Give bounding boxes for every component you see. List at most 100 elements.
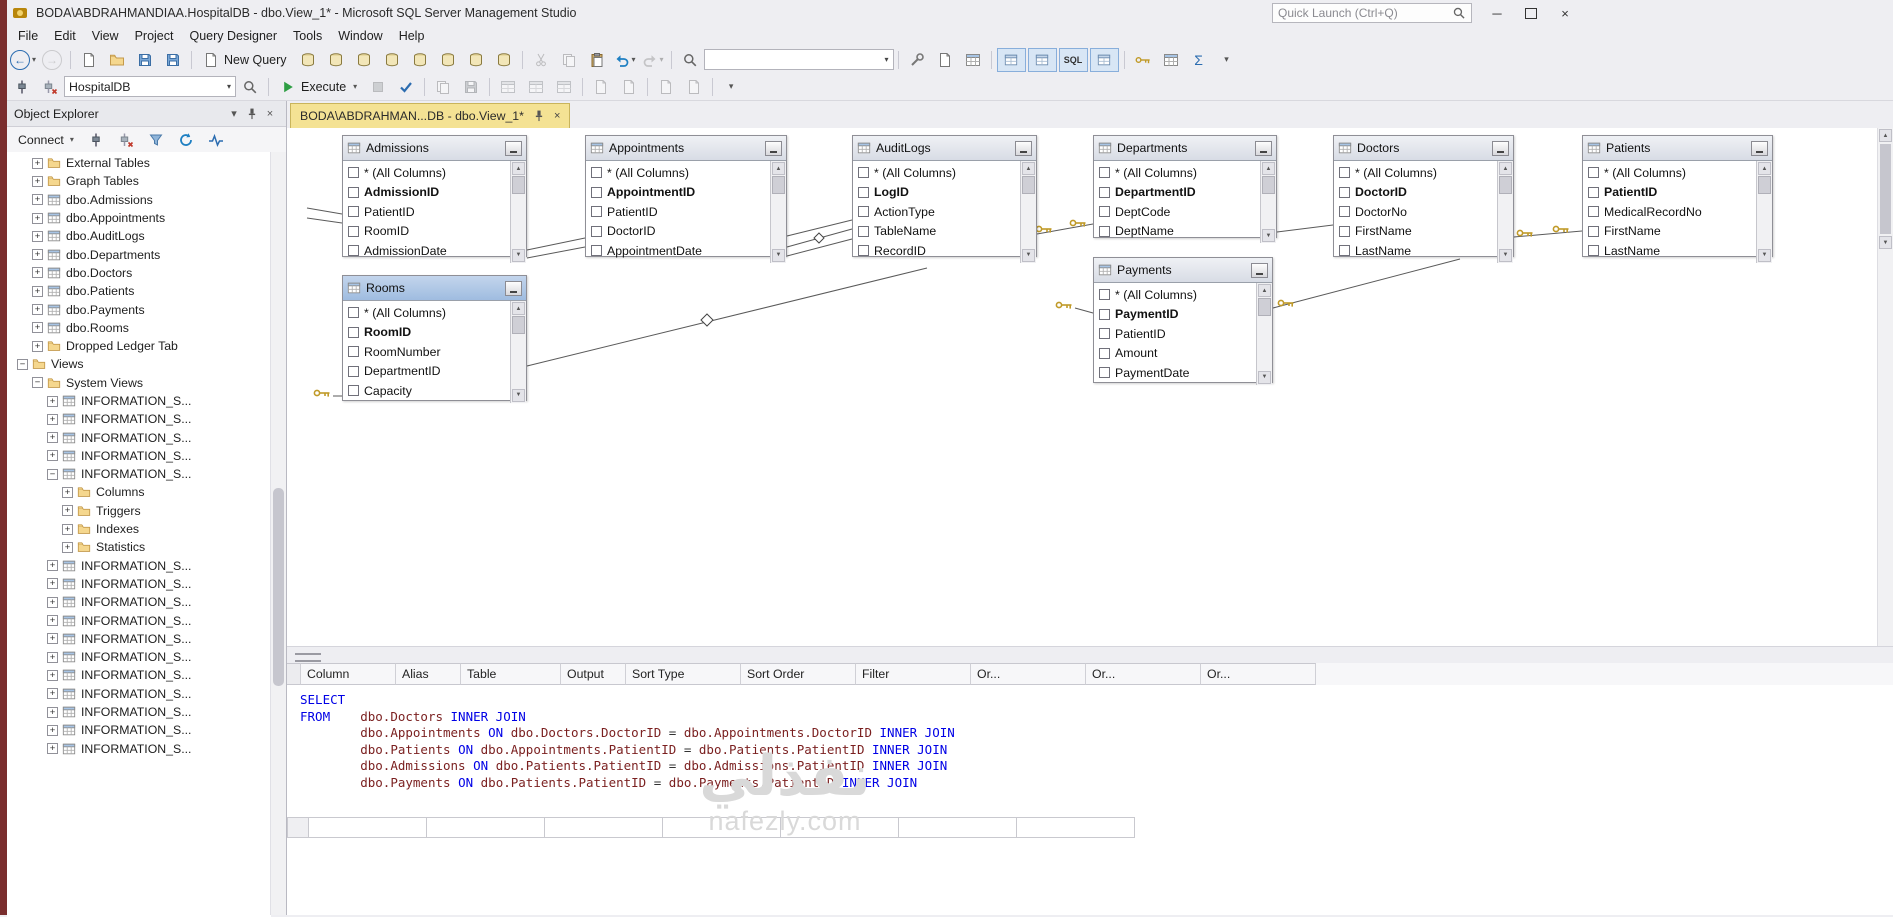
table-header[interactable]: Doctors <box>1334 136 1513 161</box>
tree-item-information-s[interactable]: + INFORMATION_S... <box>7 428 271 446</box>
column-checkbox[interactable] <box>1588 245 1599 257</box>
results-cell[interactable] <box>781 817 899 838</box>
properties-button[interactable] <box>904 48 930 72</box>
tab-close-icon[interactable]: × <box>554 110 560 122</box>
forward-button[interactable]: → <box>39 48 65 72</box>
table-column-row[interactable]: DeptCode <box>1094 202 1260 222</box>
table-minimize-button[interactable] <box>1492 140 1509 156</box>
paste-button[interactable] <box>584 48 610 72</box>
table-column-row[interactable]: * (All Columns) <box>343 303 510 323</box>
database-tool-icon[interactable] <box>351 48 377 72</box>
tree-expander[interactable]: + <box>32 212 43 224</box>
tree-item-dbo-doctors[interactable]: + dbo.Doctors <box>7 264 271 282</box>
column-checkbox[interactable] <box>1339 186 1350 198</box>
table-column-row[interactable]: AppointmentDate <box>586 241 770 261</box>
scroll-down-arrow[interactable]: ▼ <box>512 248 525 262</box>
table-column-row[interactable]: LogID <box>853 183 1020 203</box>
database-tool-icon[interactable] <box>491 48 517 72</box>
tree-expander[interactable]: + <box>32 304 43 316</box>
column-checkbox[interactable] <box>348 245 359 257</box>
table-column-row[interactable]: * (All Columns) <box>343 163 510 183</box>
tree-item-columns[interactable]: + Columns <box>7 483 271 501</box>
table-header[interactable]: Departments <box>1094 136 1276 161</box>
toolbar-overflow-button[interactable]: ▾ <box>1214 48 1240 72</box>
tree-expander[interactable]: + <box>32 267 43 279</box>
database-tool-icon[interactable] <box>435 48 461 72</box>
column-checkbox[interactable] <box>348 346 359 358</box>
tree-item-system-views[interactable]: − System Views <box>7 374 271 392</box>
add-table-button[interactable] <box>1158 48 1184 72</box>
results-cell[interactable] <box>1017 817 1135 838</box>
column-checkbox[interactable] <box>1339 245 1350 257</box>
table-column-row[interactable]: MedicalRecordNo <box>1583 202 1756 222</box>
increase-indent-button[interactable] <box>681 75 707 99</box>
tree-item-information-s[interactable]: + INFORMATION_S... <box>7 447 271 465</box>
tree-item-information-s[interactable]: + INFORMATION_S... <box>7 721 271 739</box>
scroll-up-arrow[interactable]: ▲ <box>512 302 525 315</box>
table-minimize-button[interactable] <box>505 140 522 156</box>
tree-expander[interactable]: + <box>47 706 58 718</box>
quick-launch-input[interactable]: Quick Launch (Ctrl+Q) <box>1272 3 1472 23</box>
table-scrollbar[interactable]: ▲ ▼ <box>1256 283 1272 385</box>
criteria-header-output-3[interactable]: Output <box>561 663 626 685</box>
diagram-table-admissions[interactable]: Admissions * (All Columns) AdmissionID Pati… <box>342 135 527 263</box>
table-minimize-button[interactable] <box>765 140 782 156</box>
tree-item-information-s[interactable]: + INFORMATION_S... <box>7 557 271 575</box>
tree-item-information-s[interactable]: + INFORMATION_S... <box>7 611 271 629</box>
database-tool-icon[interactable] <box>295 48 321 72</box>
criteria-header-alias-1[interactable]: Alias <box>396 663 461 685</box>
tree-expander[interactable]: + <box>47 615 58 627</box>
table-column-row[interactable]: * (All Columns) <box>1334 163 1497 183</box>
scrollbar-thumb[interactable] <box>772 176 785 194</box>
results-cell[interactable] <box>899 817 1017 838</box>
back-button[interactable]: ← ▾ <box>9 48 37 72</box>
table-column-row[interactable]: FirstName <box>1334 222 1497 242</box>
table-column-row[interactable]: DoctorNo <box>1334 202 1497 222</box>
tree-expander[interactable]: + <box>62 486 73 498</box>
table-scrollbar[interactable]: ▲ ▼ <box>1497 161 1513 263</box>
table-column-row[interactable]: DeptName <box>1094 222 1260 242</box>
script-button[interactable] <box>932 48 958 72</box>
table-column-row[interactable]: PatientID <box>1583 183 1756 203</box>
sql-pane-toggle[interactable]: SQL <box>1058 47 1088 72</box>
document-tab[interactable]: BODA\ABDRAHMAN...DB - dbo.View_1* × <box>290 103 571 128</box>
table-column-row[interactable]: PaymentDate <box>1094 363 1256 383</box>
results-cell[interactable] <box>545 817 663 838</box>
scrollbar-thumb[interactable] <box>1258 298 1271 316</box>
diagram-table-doctors[interactable]: Doctors * (All Columns) DoctorID DoctorNo Fi… <box>1333 135 1514 263</box>
table-minimize-button[interactable] <box>1015 140 1032 156</box>
table-column-row[interactable]: DoctorID <box>586 222 770 242</box>
tree-item-information-s[interactable]: + INFORMATION_S... <box>7 648 271 666</box>
table-column-row[interactable]: RecordID <box>853 241 1020 261</box>
find-icon[interactable] <box>677 48 703 72</box>
tree-expander[interactable]: + <box>47 633 58 645</box>
tree-expander[interactable]: + <box>32 194 43 206</box>
diagram-scrollbar[interactable]: ▲ ▼ <box>1877 128 1893 646</box>
table-header[interactable]: Patients <box>1583 136 1772 161</box>
table-header[interactable]: AuditLogs <box>853 136 1036 161</box>
tree-expander[interactable]: + <box>32 230 43 242</box>
column-checkbox[interactable] <box>858 186 869 198</box>
tree-item-information-s[interactable]: + INFORMATION_S... <box>7 575 271 593</box>
scroll-up-arrow[interactable]: ▲ <box>1499 162 1512 175</box>
tree-item-indexes[interactable]: + Indexes <box>7 520 271 538</box>
comment-button[interactable] <box>588 75 614 99</box>
scroll-down-arrow[interactable]: ▼ <box>772 248 785 262</box>
toolbar-overflow-button[interactable]: ▾ <box>718 75 744 99</box>
tree-expander[interactable]: + <box>47 669 58 681</box>
scrollbar-thumb[interactable] <box>1880 144 1891 234</box>
scrollbar-thumb[interactable] <box>1758 176 1771 194</box>
tree-item-information-s[interactable]: + INFORMATION_S... <box>7 703 271 721</box>
table-column-row[interactable]: DepartmentID <box>1094 183 1260 203</box>
tree-item-dbo-rooms[interactable]: + dbo.Rooms <box>7 319 271 337</box>
scroll-up-arrow[interactable]: ▲ <box>1258 284 1271 297</box>
criteria-pane-toggle[interactable] <box>1027 47 1057 72</box>
toolbar-combo[interactable]: ▾ <box>703 49 894 70</box>
database-tool-icon[interactable] <box>407 48 433 72</box>
results-cell[interactable] <box>309 817 427 838</box>
splitter-grip[interactable] <box>295 653 321 662</box>
table-column-row[interactable]: RoomID <box>343 323 510 343</box>
menu-project[interactable]: Project <box>127 27 182 45</box>
pin-icon[interactable] <box>243 105 261 123</box>
change-connection-button[interactable] <box>9 75 35 99</box>
